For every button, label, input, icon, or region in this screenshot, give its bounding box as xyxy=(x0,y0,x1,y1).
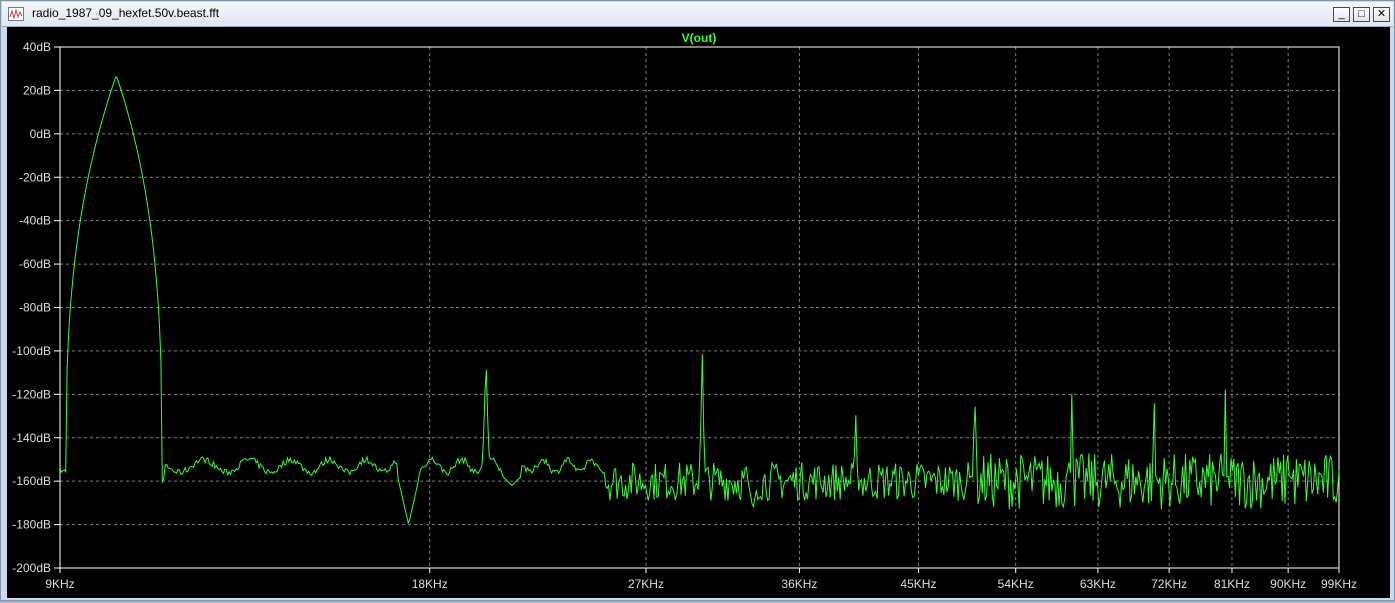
y-tick-label: -100dB xyxy=(12,344,51,358)
x-tick-label: 18KHz xyxy=(412,577,448,591)
trace-v-out[interactable] xyxy=(59,76,1340,525)
y-tick-label: -120dB xyxy=(12,387,51,401)
x-tick-label: 72KHz xyxy=(1151,577,1187,591)
y-tick-label: -20dB xyxy=(19,170,51,184)
title-bar[interactable]: radio_1987_09_hexfet.50v.beast.fft _ □ ✕ xyxy=(2,2,1393,27)
y-tick-label: 0dB xyxy=(30,127,51,141)
x-axis: 9KHz 18KHz 27KHz 36KHz 45KHz 54KHz 63KHz 72KHz 8… xyxy=(45,568,1357,591)
x-tick-label: 99KHz xyxy=(1321,577,1357,591)
x-tick-label: 90KHz xyxy=(1270,577,1306,591)
plot-area[interactable]: 40dB 20dB 0dB -20dB -40dB -60dB -80dB -100dB -12… xyxy=(7,27,1390,598)
y-tick-label: -60dB xyxy=(19,257,51,271)
minimize-button[interactable]: _ xyxy=(1333,7,1350,22)
y-tick-label: -160dB xyxy=(12,474,51,488)
y-tick-label: -180dB xyxy=(12,518,51,532)
x-tick-label: 81KHz xyxy=(1214,577,1250,591)
window-title: radio_1987_09_hexfet.50v.beast.fft xyxy=(32,6,220,20)
maximize-button[interactable]: □ xyxy=(1353,7,1370,22)
y-axis: 40dB 20dB 0dB -20dB -40dB -60dB -80dB -100dB -12… xyxy=(12,40,60,575)
x-tick-label: 9KHz xyxy=(45,577,74,591)
y-tick-label: -40dB xyxy=(19,214,51,228)
x-tick-label: 36KHz xyxy=(781,577,817,591)
plot-window: radio_1987_09_hexfet.50v.beast.fft _ □ ✕… xyxy=(0,0,1395,601)
y-tick-label: -140dB xyxy=(12,431,51,445)
waveform-icon xyxy=(8,7,24,21)
x-tick-label: 54KHz xyxy=(998,577,1034,591)
close-button[interactable]: ✕ xyxy=(1373,7,1390,22)
y-tick-label: 20dB xyxy=(23,83,51,97)
x-tick-label: 45KHz xyxy=(900,577,936,591)
fft-chart[interactable]: 40dB 20dB 0dB -20dB -40dB -60dB -80dB -100dB -12… xyxy=(7,27,1390,598)
y-tick-label: -80dB xyxy=(19,301,51,315)
x-tick-label: 27KHz xyxy=(628,577,664,591)
y-tick-label: -200dB xyxy=(12,561,51,575)
y-tick-label: 40dB xyxy=(23,40,51,54)
x-tick-label: 63KHz xyxy=(1080,577,1116,591)
plot-grid xyxy=(60,47,1339,568)
trace-label[interactable]: V(out) xyxy=(682,31,717,45)
